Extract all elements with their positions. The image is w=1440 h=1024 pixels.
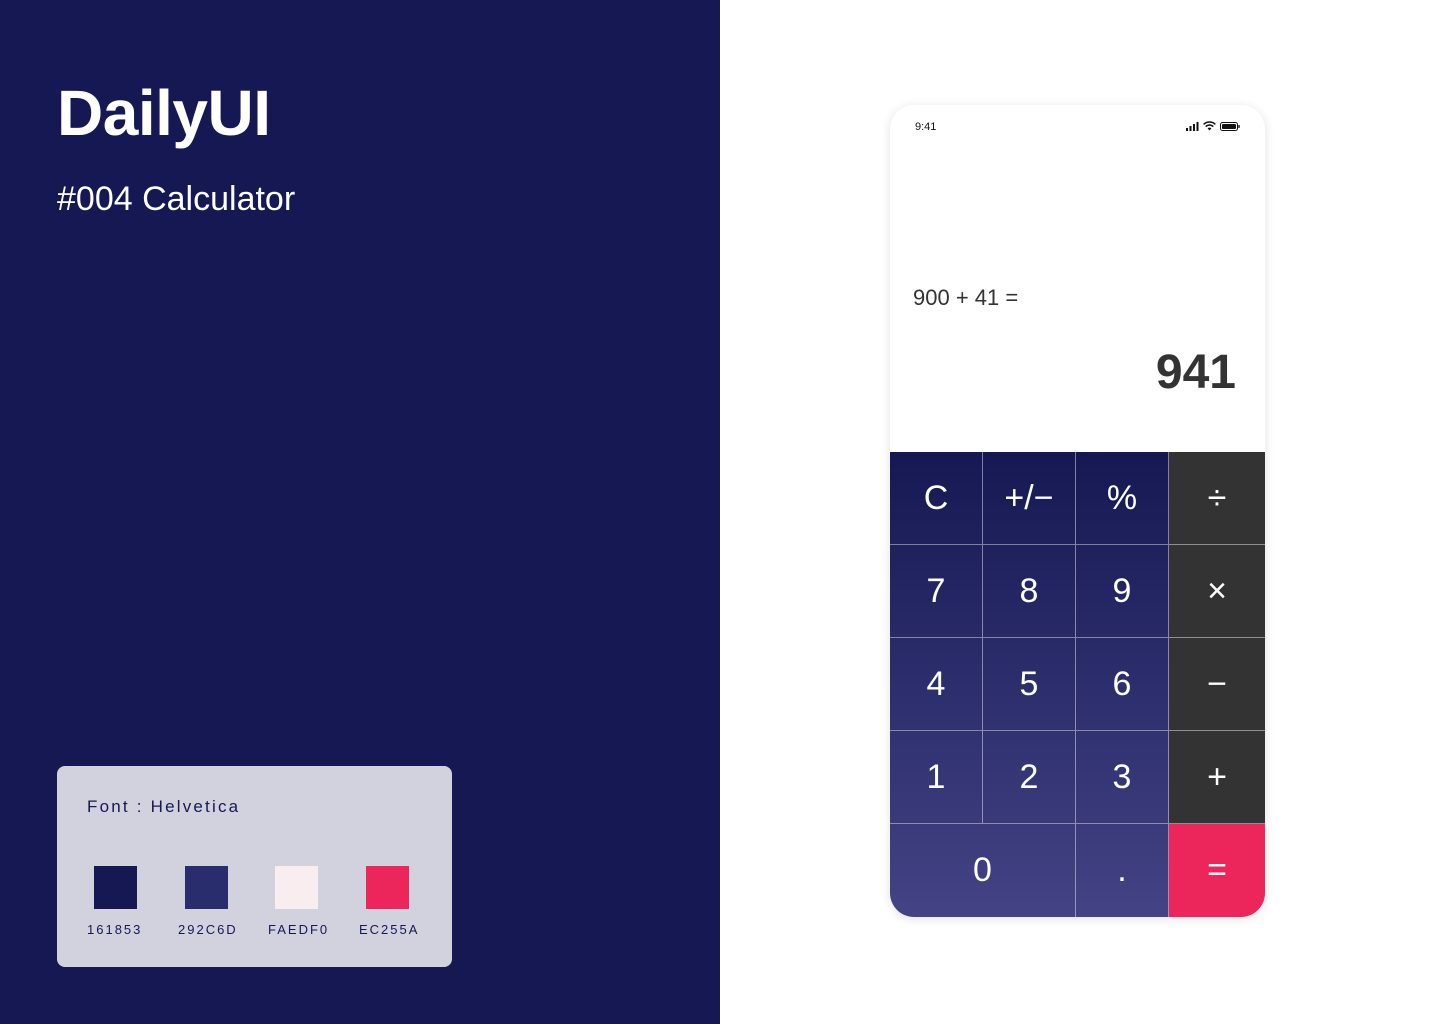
status-icons: [1186, 120, 1240, 132]
key-divide[interactable]: ÷: [1169, 452, 1265, 545]
swatch-1: 161853: [87, 866, 167, 937]
swatch-2: 292C6D: [178, 866, 258, 937]
swatch-code-2: 292C6D: [178, 922, 238, 937]
swatch-color-2: [185, 866, 228, 909]
swatch-color-3: [275, 866, 318, 909]
key-add[interactable]: +: [1169, 731, 1265, 824]
key-equals[interactable]: =: [1169, 824, 1265, 917]
brand-title: DailyUI: [57, 77, 271, 149]
swatch-color-1: [94, 866, 137, 909]
key-1[interactable]: 1: [890, 731, 983, 824]
key-4[interactable]: 4: [890, 638, 983, 731]
key-plus-minus[interactable]: +/−: [983, 452, 1076, 545]
key-decimal[interactable]: .: [1076, 824, 1169, 917]
key-7[interactable]: 7: [890, 545, 983, 638]
key-5[interactable]: 5: [983, 638, 1076, 731]
swatch-code-1: 161853: [87, 922, 143, 937]
key-clear[interactable]: C: [890, 452, 983, 545]
key-multiply[interactable]: ×: [1169, 545, 1265, 638]
color-swatches: 161853 292C6D FAEDF0 EC255A: [87, 866, 437, 946]
key-0[interactable]: 0: [890, 824, 1076, 917]
brand-subtitle: #004 Calculator: [57, 180, 296, 218]
style-guide-card: Font : Helvetica 161853 292C6D FAEDF0 EC…: [57, 766, 452, 967]
key-9[interactable]: 9: [1076, 545, 1169, 638]
battery-icon: [1220, 121, 1240, 131]
result-display: 941: [1155, 346, 1236, 399]
key-6[interactable]: 6: [1076, 638, 1169, 731]
keypad: C +/− % ÷ 7 8 9 × 4 5 6 − 1 2 3 + 0 . =: [890, 452, 1265, 917]
key-subtract[interactable]: −: [1169, 638, 1265, 731]
status-time: 9:41: [915, 121, 937, 133]
wifi-icon: [1203, 121, 1216, 131]
font-label: Font : Helvetica: [87, 797, 241, 816]
swatch-3: FAEDF0: [268, 866, 348, 937]
status-bar: 9:41: [890, 105, 1265, 149]
swatch-code-4: EC255A: [359, 922, 420, 937]
phone-mockup: 9:41 900 + 41 = 941 C +/− % ÷ 7 8 9 × 4 …: [890, 105, 1265, 917]
left-panel: DailyUI #004 Calculator Font : Helvetica…: [0, 0, 720, 1024]
swatch-color-4: [366, 866, 409, 909]
key-2[interactable]: 2: [983, 731, 1076, 824]
swatch-code-3: FAEDF0: [268, 922, 330, 937]
expression-display: 900 + 41 =: [913, 285, 1019, 310]
key-percent[interactable]: %: [1076, 452, 1169, 545]
swatch-4: EC255A: [359, 866, 439, 937]
key-8[interactable]: 8: [983, 545, 1076, 638]
key-3[interactable]: 3: [1076, 731, 1169, 824]
signal-icon: [1186, 121, 1199, 131]
